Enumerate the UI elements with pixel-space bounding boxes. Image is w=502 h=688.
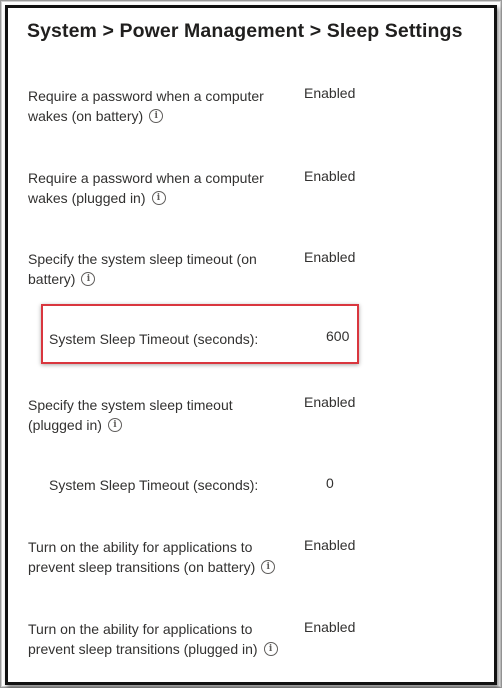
info-icon[interactable]: i	[107, 418, 122, 433]
setting-label-text: Turn on the ability for applications to …	[28, 621, 258, 657]
setting-sleep-timeout-plugged-label: Specify the system sleep timeout (plugge…	[28, 395, 283, 435]
info-icon[interactable]: i	[263, 642, 278, 657]
setting-label-text: Require a password when a computer wakes…	[28, 170, 264, 206]
setting-prevent-sleep-plugged-label: Turn on the ability for applications to …	[28, 619, 283, 659]
setting-prevent-sleep-plugged-value[interactable]: Enabled	[304, 617, 355, 637]
setting-label-text: Require a password when a computer wakes…	[28, 88, 264, 124]
sleep-timeout-seconds-plugged-label: System Sleep Timeout (seconds):	[49, 477, 259, 493]
sleep-timeout-seconds-battery-label: System Sleep Timeout (seconds):	[49, 331, 259, 347]
info-icon[interactable]: i	[81, 272, 96, 287]
setting-password-wake-plugged-value[interactable]: Enabled	[304, 166, 355, 186]
sleep-timeout-seconds-battery-value[interactable]: 600	[326, 326, 349, 346]
screenshot-frame: System > Power Management > Sleep Settin…	[0, 0, 502, 688]
info-icon[interactable]: i	[151, 191, 166, 206]
info-icon[interactable]: i	[149, 109, 164, 124]
setting-sleep-timeout-battery-label: Specify the system sleep timeout (on bat…	[28, 249, 283, 289]
setting-prevent-sleep-battery-value[interactable]: Enabled	[304, 535, 355, 555]
setting-label-text: Turn on the ability for applications to …	[28, 539, 256, 575]
setting-prevent-sleep-battery-label: Turn on the ability for applications to …	[28, 537, 283, 577]
setting-password-wake-plugged-label: Require a password when a computer wakes…	[28, 168, 283, 208]
setting-password-wake-battery-value[interactable]: Enabled	[304, 83, 355, 103]
setting-label-text: Specify the system sleep timeout (on bat…	[28, 251, 257, 287]
setting-password-wake-battery-label: Require a password when a computer wakes…	[28, 86, 283, 126]
setting-sleep-timeout-plugged-value[interactable]: Enabled	[304, 392, 355, 412]
info-icon[interactable]: i	[261, 560, 276, 575]
sleep-timeout-seconds-plugged-value[interactable]: 0	[326, 473, 334, 493]
setting-sleep-timeout-battery-value[interactable]: Enabled	[304, 247, 355, 267]
page-title-breadcrumb: System > Power Management > Sleep Settin…	[27, 20, 463, 42]
sleep-settings-panel: System > Power Management > Sleep Settin…	[5, 5, 497, 685]
setting-label-text: Specify the system sleep timeout (plugge…	[28, 397, 233, 433]
